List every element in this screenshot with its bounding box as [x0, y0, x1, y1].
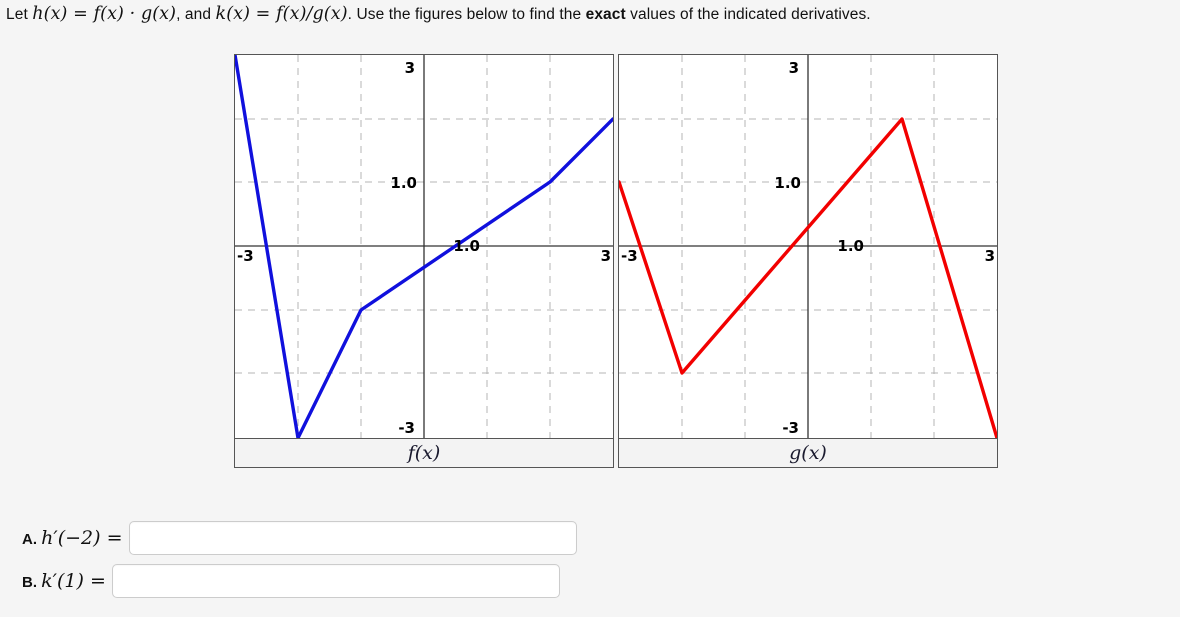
prompt-math-f-over-g: f(x)/g(x) [276, 4, 348, 24]
answers-container: A. h′(−2) = B. k′(1) = [22, 521, 662, 607]
answer-expr-a: h′(−2) [41, 527, 101, 549]
problem-page: Let h(x) = f(x) · g(x), and k(x) = f(x)/… [0, 0, 1180, 617]
prompt-math-k: k(x) [215, 4, 251, 24]
tick-xaxis-g: 1.0 [837, 237, 864, 255]
tick-yaxis-f: 1.0 [390, 174, 417, 192]
tick-left-f: -3 [237, 247, 254, 265]
prompt-text-1: Let [6, 6, 33, 23]
figure-caption-g-label: g(x) [789, 442, 827, 464]
prompt-text-4: values of the indicated derivatives. [625, 6, 871, 23]
plot-area-g: 3 -3 3 -3 1.0 1.0 [619, 55, 997, 438]
tick-left-g: -3 [621, 247, 638, 265]
tick-top-f: 3 [405, 59, 415, 77]
axes-f [235, 55, 613, 438]
prompt-emphasis-exact: exact [585, 6, 626, 23]
tick-xaxis-f: 1.0 [453, 237, 480, 255]
tick-bottom-f: -3 [398, 419, 415, 437]
plot-area-f: 3 -3 3 -3 1.0 1.0 [235, 55, 613, 438]
answer-label-a: A. h′(−2) = [22, 527, 123, 549]
answer-row-a: A. h′(−2) = [22, 521, 662, 555]
answer-input-b[interactable] [111, 564, 560, 598]
prompt-equals-1: = [67, 4, 94, 24]
figure-caption-g: g(x) [619, 438, 997, 467]
figure-caption-f: f(x) [235, 438, 613, 467]
answer-letter-b: B. [22, 574, 37, 591]
figure-panel-f: 3 -3 3 -3 1.0 1.0 f(x) [234, 54, 614, 468]
tick-right-g: 3 [985, 247, 995, 265]
tick-top-g: 3 [789, 59, 799, 77]
answer-letter-a: A. [22, 531, 37, 548]
problem-statement: Let h(x) = f(x) · g(x), and k(x) = f(x)/… [6, 4, 1178, 24]
figure-caption-f-label: f(x) [407, 442, 441, 464]
tick-yaxis-g: 1.0 [774, 174, 801, 192]
plot-svg-f: 3 -3 3 -3 1.0 1.0 [235, 55, 613, 438]
prompt-equals-2: = [250, 4, 277, 24]
figure-panel-g: 3 -3 3 -3 1.0 1.0 g(x) [618, 54, 998, 468]
answer-equals-b: = [83, 570, 106, 592]
answer-equals-a: = [100, 527, 123, 549]
tick-bottom-g: -3 [782, 419, 799, 437]
prompt-math-h: h(x) [32, 4, 68, 24]
answer-label-b: B. k′(1) = [22, 570, 106, 592]
plot-svg-g: 3 -3 3 -3 1.0 1.0 [619, 55, 997, 438]
answer-expr-b: k′(1) [41, 570, 84, 592]
prompt-text-2: , and [176, 6, 216, 23]
prompt-text-3: . Use the figures below to find the [347, 6, 586, 23]
tick-right-f: 3 [601, 247, 611, 265]
figures-container: 3 -3 3 -3 1.0 1.0 f(x) 3 -3 3 -3 1.0 1.0… [234, 54, 998, 468]
answer-input-a[interactable] [128, 521, 577, 555]
prompt-math-fg: f(x) · g(x) [93, 4, 177, 24]
answer-row-b: B. k′(1) = [22, 564, 662, 598]
